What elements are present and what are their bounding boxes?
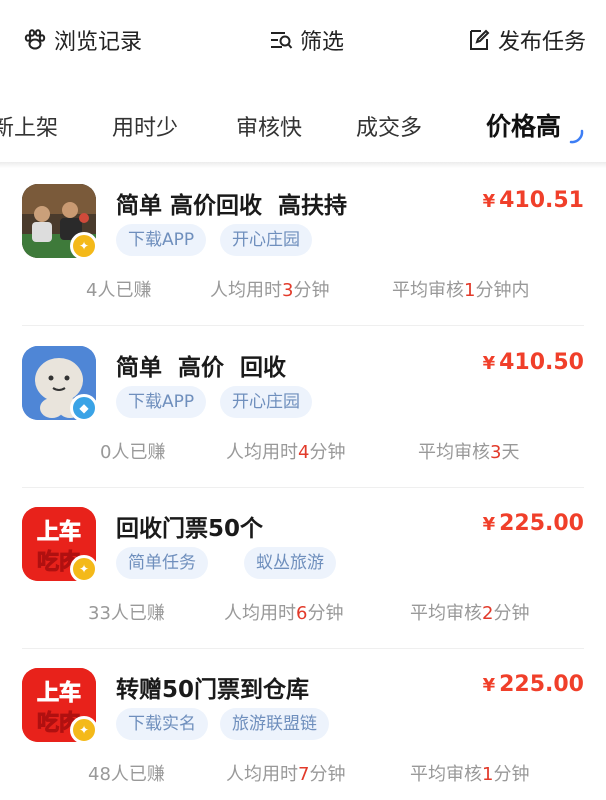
task-tag: 旅游联盟链 <box>220 708 329 740</box>
earned-num: 33 <box>88 603 111 624</box>
avg-time-suffix: 分钟 <box>293 280 330 301</box>
filter-icon <box>268 27 294 53</box>
task-card[interactable]: ✦ 简单 高价回收 高扶持 ¥410.51 下载APP 开心庄园 4人已赚 人均… <box>0 166 606 326</box>
avg-time-suffix: 分钟 <box>307 603 344 624</box>
avg-review-suffix: 分钟 <box>493 764 530 785</box>
svg-text:上车: 上车 <box>37 519 81 545</box>
divider <box>22 487 584 488</box>
price-value: 225.00 <box>499 672 584 697</box>
currency-symbol: ¥ <box>482 191 496 212</box>
earned-num: 4 <box>86 280 98 301</box>
sort-tabs: 新上架 用时少 审核快 成交多 价格高 <box>0 92 606 164</box>
price-value: 225.00 <box>499 511 584 536</box>
avg-review-suffix: 分钟内 <box>475 280 530 301</box>
avg-review-prefix: 平均审核 <box>410 764 482 785</box>
svg-text:上车: 上车 <box>37 680 81 706</box>
avg-review-num: 1 <box>464 280 476 301</box>
avg-time-prefix: 人均用时 <box>226 764 298 785</box>
avg-time-suffix: 分钟 <box>309 764 346 785</box>
top-toolbar: 浏览记录 筛选 发布任务 <box>0 0 606 80</box>
avg-time: 人均用时7分钟 <box>226 760 345 786</box>
avg-review-num: 3 <box>490 442 502 463</box>
earned-count: 0人已赚 <box>100 438 165 464</box>
divider <box>22 648 584 649</box>
avg-time-num: 7 <box>298 764 310 785</box>
task-title: 简单 高价回收 高扶持 <box>116 193 348 219</box>
task-price: ¥225.00 <box>483 672 584 697</box>
currency-symbol: ¥ <box>482 514 496 535</box>
gold-badge-icon: ✦ <box>70 716 98 744</box>
earned-text: 人已赚 <box>110 603 165 624</box>
filter-button[interactable]: 筛选 <box>268 22 344 58</box>
earned-count: 33人已赚 <box>88 599 165 625</box>
avg-time-num: 3 <box>282 280 294 301</box>
gold-badge-icon: ✦ <box>70 232 98 260</box>
task-title: 简单 高价 回收 <box>116 355 287 381</box>
task-tag: 简单任务 <box>116 547 208 579</box>
filter-label: 筛选 <box>300 30 345 55</box>
publish-task-label: 发布任务 <box>498 30 587 55</box>
avg-review-prefix: 平均审核 <box>392 280 464 301</box>
avg-review-prefix: 平均审核 <box>418 442 490 463</box>
task-tag: 下载实名 <box>116 708 208 740</box>
avg-review-num: 1 <box>482 764 494 785</box>
tab-new-listing[interactable]: 新上架 <box>0 110 58 142</box>
task-tag: 开心庄园 <box>220 386 312 418</box>
avg-time-num: 4 <box>298 442 310 463</box>
browse-history-label: 浏览记录 <box>54 30 143 55</box>
diamond-badge-icon: ◆ <box>70 394 98 422</box>
edit-icon <box>466 27 492 53</box>
avg-time-prefix: 人均用时 <box>210 280 282 301</box>
earned-count: 4人已赚 <box>86 276 151 302</box>
avg-time: 人均用时4分钟 <box>226 438 345 464</box>
currency-symbol: ¥ <box>482 353 496 374</box>
currency-symbol: ¥ <box>482 675 496 696</box>
avg-review: 平均审核1分钟内 <box>392 276 529 302</box>
avg-review: 平均审核3天 <box>418 438 519 464</box>
avg-review-suffix: 分钟 <box>493 603 530 624</box>
avg-time-prefix: 人均用时 <box>224 603 296 624</box>
avg-review-num: 2 <box>482 603 494 624</box>
avg-time-num: 6 <box>296 603 308 624</box>
divider <box>22 325 584 326</box>
tab-highest-price[interactable]: 价格高 <box>486 107 561 143</box>
task-card[interactable]: ◆ 简单 高价 回收 ¥410.50 下载APP 开心庄园 0人已赚 人均用时4… <box>0 328 606 488</box>
avg-review: 平均审核1分钟 <box>410 760 529 786</box>
avg-review-prefix: 平均审核 <box>410 603 482 624</box>
earned-num: 0 <box>100 442 112 463</box>
earned-text: 人已赚 <box>97 280 152 301</box>
task-price: ¥410.50 <box>483 350 584 375</box>
earned-num: 48 <box>88 764 111 785</box>
earned-count: 48人已赚 <box>88 760 165 786</box>
avg-review: 平均审核2分钟 <box>410 599 529 625</box>
task-tag: 下载APP <box>116 386 207 418</box>
publish-task-button[interactable]: 发布任务 <box>466 22 586 58</box>
avg-time: 人均用时3分钟 <box>210 276 329 302</box>
task-title: 转赠50门票到仓库 <box>116 677 310 703</box>
avg-review-suffix: 天 <box>501 442 520 463</box>
avg-time-suffix: 分钟 <box>309 442 346 463</box>
tab-fast-review[interactable]: 审核快 <box>236 110 302 142</box>
avg-time: 人均用时6分钟 <box>224 599 343 625</box>
price-value: 410.51 <box>499 188 584 213</box>
task-price: ¥410.51 <box>483 188 584 213</box>
task-card[interactable]: 上车 吃肉 ✦ 回收门票50个 ¥225.00 简单任务 蚁丛旅游 33人已赚 … <box>0 489 606 649</box>
browse-history-button[interactable]: 浏览记录 <box>22 22 142 58</box>
task-card[interactable]: 上车 吃肉 ✦ 转赠50门票到仓库 ¥225.00 下载实名 旅游联盟链 48人… <box>0 650 606 800</box>
tab-less-time[interactable]: 用时少 <box>112 110 178 142</box>
task-title: 回收门票50个 <box>116 516 264 542</box>
earned-text: 人已赚 <box>111 442 166 463</box>
task-price: ¥225.00 <box>483 511 584 536</box>
task-tag: 下载APP <box>116 224 207 256</box>
price-value: 410.50 <box>499 350 584 375</box>
paw-icon <box>22 27 48 53</box>
earned-text: 人已赚 <box>110 764 165 785</box>
task-tag: 蚁丛旅游 <box>244 547 336 579</box>
tab-most-deals[interactable]: 成交多 <box>356 110 422 142</box>
sort-indicator-icon <box>568 128 584 144</box>
task-tag: 开心庄园 <box>220 224 312 256</box>
avg-time-prefix: 人均用时 <box>226 442 298 463</box>
gold-badge-icon: ✦ <box>70 555 98 583</box>
